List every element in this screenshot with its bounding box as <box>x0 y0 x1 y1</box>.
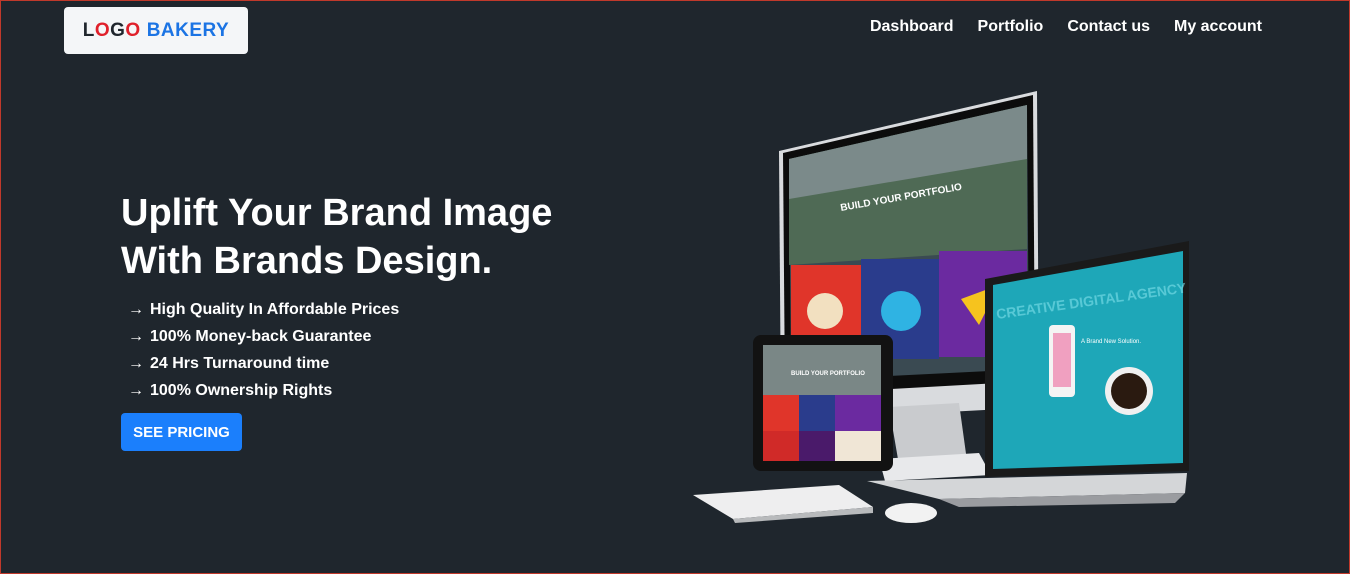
logo-letter: O <box>94 19 111 41</box>
hero-title: Uplift Your Brand Image With Brands Desi… <box>121 189 621 285</box>
logo[interactable]: LOGO BAKERY <box>64 7 248 54</box>
nav-my-account[interactable]: My account <box>1174 18 1262 36</box>
feature-text: High Quality In Affordable Prices <box>150 300 400 318</box>
logo-letter: O <box>125 19 141 41</box>
nav-dashboard[interactable]: Dashboard <box>870 18 954 36</box>
nav-portfolio[interactable]: Portfolio <box>978 18 1044 36</box>
nav-contact-us[interactable]: Contact us <box>1067 18 1150 36</box>
arrow-right-icon: → <box>128 300 144 318</box>
logo-letter: G <box>110 19 126 41</box>
main-nav: Dashboard Portfolio Contact us My accoun… <box>870 18 1262 36</box>
laptop-subtext: A Brand New Solution. <box>1081 339 1141 345</box>
feature-item: → High Quality In Affordable Prices <box>128 296 399 323</box>
arrow-right-icon: → <box>128 354 144 372</box>
mouse-illustration <box>885 503 937 523</box>
feature-text: 100% Ownership Rights <box>150 381 333 399</box>
tablet-heading: BUILD YOUR PORTFOLIO <box>791 371 865 377</box>
feature-item: → 100% Ownership Rights <box>128 377 399 404</box>
arrow-right-icon: → <box>128 381 144 399</box>
tablet-illustration: BUILD YOUR PORTFOLIO <box>753 335 893 471</box>
logo-brand-text: BAKERY <box>146 19 230 41</box>
feature-list: → High Quality In Affordable Prices → 100%… <box>128 296 399 404</box>
hero-title-line1: Uplift Your Brand Image <box>121 192 553 234</box>
feature-item: → 24 Hrs Turnaround time <box>128 350 399 377</box>
arrow-right-icon: → <box>128 327 144 345</box>
keyboard-illustration <box>693 485 873 523</box>
hero-title-line2: With Brands Design. <box>121 240 493 282</box>
logo-letter: L <box>82 19 95 41</box>
feature-text: 24 Hrs Turnaround time <box>150 354 330 372</box>
feature-item: → 100% Money-back Guarantee <box>128 323 399 350</box>
devices-mockup-image: BUILD YOUR PORTFOLIO BUILD YOUR PORTFOLI… <box>693 91 1189 523</box>
see-pricing-button[interactable]: SEE PRICING <box>121 413 242 451</box>
feature-text: 100% Money-back Guarantee <box>150 327 372 345</box>
